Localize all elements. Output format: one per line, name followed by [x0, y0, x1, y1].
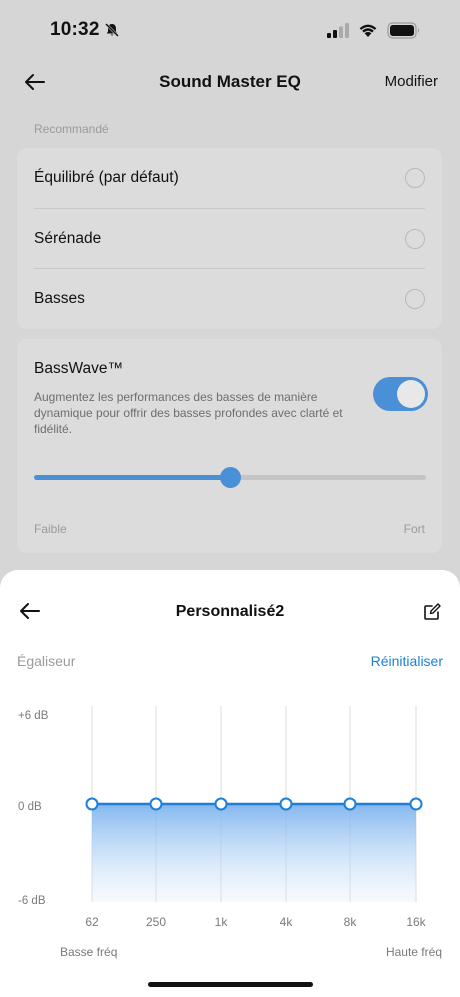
eq-band-handle-4k[interactable]: [279, 797, 293, 811]
radio-button[interactable]: [405, 168, 425, 188]
slider-fill: [34, 475, 230, 480]
equalizer-graph[interactable]: [0, 690, 460, 905]
basswave-description: Augmentez les performances des basses de…: [34, 390, 343, 436]
freq-low-label: Basse fréq: [60, 945, 118, 959]
preset-label: Basses: [34, 289, 85, 307]
preset-option-bass[interactable]: Basses: [34, 268, 425, 328]
eq-band-handle-16k[interactable]: [409, 797, 423, 811]
battery-icon: [387, 22, 419, 39]
preset-label: Sérénade: [34, 229, 102, 247]
preset-label: Équilibré (par défaut): [34, 169, 179, 186]
header: Sound Master EQ Modifier: [0, 60, 460, 104]
radio-button[interactable]: [405, 228, 425, 249]
custom-eq-sheet: Personnalisé2 Égaliseur Réinitialiser +6…: [0, 570, 460, 997]
edit-button[interactable]: Modifier: [385, 73, 438, 90]
x-label-250: 250: [145, 915, 167, 929]
x-label-16k: 16k: [406, 915, 426, 929]
eq-band-handle-62[interactable]: [85, 797, 99, 811]
slider-thumb[interactable]: [220, 467, 241, 488]
presets-card: Équilibré (par défaut) Sérénade Basses: [17, 148, 442, 329]
radio-button[interactable]: [405, 288, 425, 309]
status-bar: 10:32: [0, 0, 460, 60]
status-time: 10:32: [50, 19, 100, 40]
sheet-title: Personnalisé2: [175, 603, 285, 620]
x-label-8k: 8k: [343, 915, 357, 929]
eq-band-handle-8k[interactable]: [343, 797, 357, 811]
reset-button[interactable]: Réinitialiser: [371, 653, 443, 669]
edit-pencil-icon[interactable]: [423, 603, 441, 621]
cellular-signal-icon: [327, 23, 349, 38]
basswave-low-label: Faible: [34, 522, 67, 536]
eq-band-handle-1k[interactable]: [214, 797, 228, 811]
preset-option-balanced[interactable]: Équilibré (par défaut): [34, 148, 425, 208]
wifi-icon: [359, 24, 377, 37]
basswave-high-label: Fort: [403, 522, 425, 536]
toggle-knob: [397, 380, 425, 408]
equalizer-label: Égaliseur: [17, 653, 76, 669]
preset-option-serenade[interactable]: Sérénade: [34, 208, 425, 268]
freq-high-label: Haute fréq: [385, 945, 442, 959]
basswave-slider[interactable]: [34, 467, 426, 488]
basswave-toggle[interactable]: [373, 377, 428, 411]
x-label-4k: 4k: [279, 915, 293, 929]
bell-muted-icon: [105, 23, 119, 37]
eq-band-handle-250[interactable]: [149, 797, 163, 811]
x-label-62: 62: [85, 915, 99, 929]
recommended-section-label: Recommandé: [34, 122, 109, 136]
basswave-card: BassWave™ Augmentez les performances des…: [17, 339, 442, 553]
home-indicator[interactable]: [148, 982, 313, 987]
basswave-title: BassWave™: [34, 360, 124, 377]
x-label-1k: 1k: [214, 915, 228, 929]
eq-fill-area: [92, 804, 416, 902]
